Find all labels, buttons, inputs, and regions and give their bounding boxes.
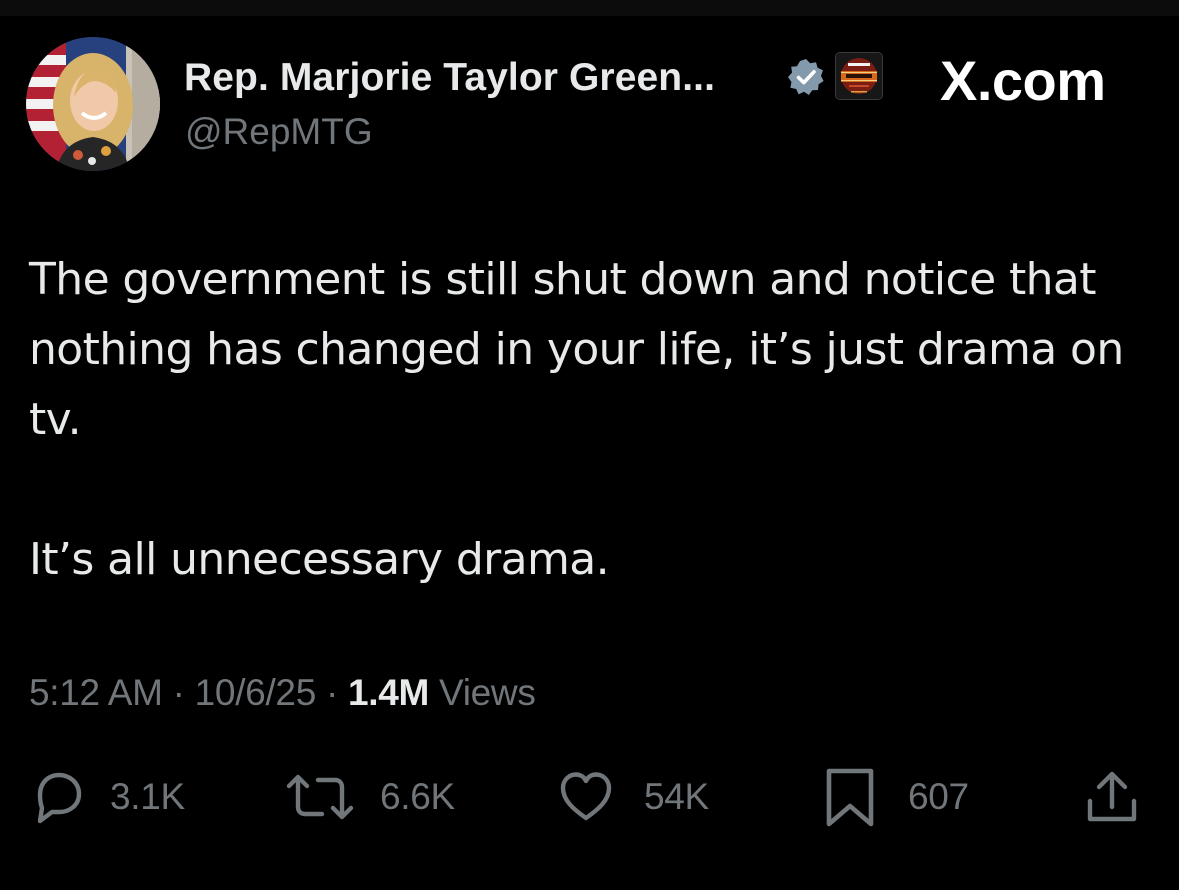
action-bar: 3.1K 6.6K 54K 607 — [0, 762, 1179, 832]
like-button[interactable]: 54K — [556, 762, 709, 832]
tweet-text: The government is still shut down and no… — [29, 245, 1159, 595]
reply-icon — [37, 772, 82, 824]
repost-icon — [286, 774, 354, 820]
tweet-meta: 5:12 AM · 10/6/25 · 1.4M Views — [29, 672, 536, 714]
verified-badge-icon — [788, 59, 824, 95]
like-count: 54K — [644, 776, 709, 817]
views-label: Views — [429, 672, 536, 713]
tweet-time[interactable]: 5:12 AM — [29, 672, 163, 713]
avatar-image — [26, 37, 160, 171]
site-logo: X.com — [940, 49, 1106, 112]
avatar[interactable] — [26, 37, 160, 171]
user-handle[interactable]: @RepMTG — [185, 111, 373, 153]
top-bar — [0, 0, 1179, 16]
display-name[interactable]: Rep. Marjorie Taylor Green... — [184, 56, 715, 100]
views-count: 1.4M — [347, 672, 430, 713]
repost-count: 6.6K — [380, 776, 455, 817]
reply-count: 3.1K — [110, 776, 185, 817]
affiliate-badge-icon[interactable] — [835, 52, 883, 100]
bookmark-button[interactable]: 607 — [822, 762, 969, 832]
meta-separator: · — [316, 672, 348, 713]
meta-separator: · — [162, 672, 195, 713]
heart-icon — [560, 772, 612, 821]
tweet-paragraph: The government is still shut down and no… — [29, 254, 1124, 445]
bookmark-count: 607 — [908, 776, 969, 817]
share-icon — [1087, 771, 1137, 822]
repost-button[interactable]: 6.6K — [284, 762, 455, 832]
reply-button[interactable]: 3.1K — [28, 762, 185, 832]
bookmark-icon — [826, 768, 874, 827]
tweet-date[interactable]: 10/6/25 — [195, 672, 317, 713]
share-button[interactable] — [1082, 762, 1142, 832]
tweet-paragraph: It’s all unnecessary drama. — [29, 534, 610, 585]
